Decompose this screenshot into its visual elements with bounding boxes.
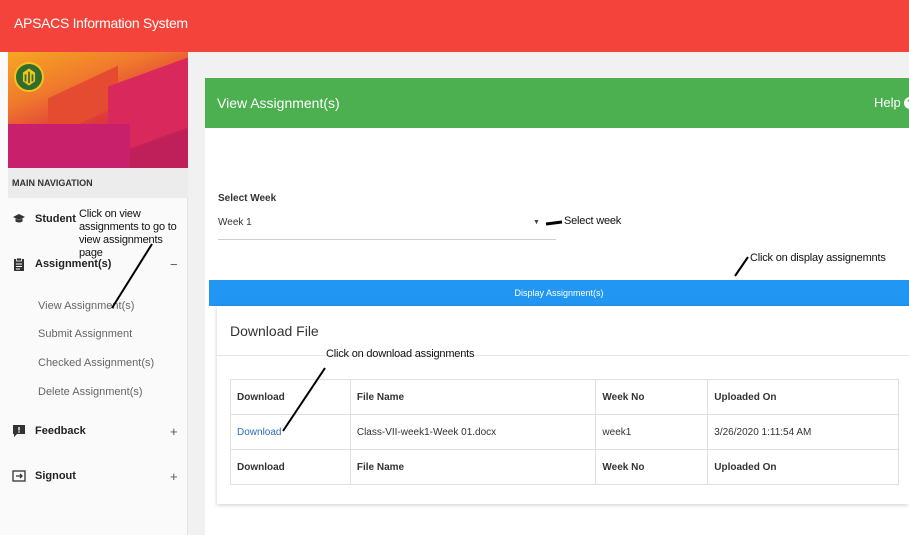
sidebar-item-student[interactable]: Student	[12, 212, 76, 226]
table-row: Download Class-VII-week1-Week 01.docx we…	[230, 414, 899, 450]
annotation-download-assignments: Click on download assignments	[326, 348, 475, 360]
annotation-display-assignments: Click on display assignemnts	[750, 252, 886, 264]
download-title: Download File	[230, 323, 319, 339]
caret-down-icon: ▼	[533, 219, 540, 226]
nav-heading: MAIN NAVIGATION	[12, 178, 93, 188]
column-header: File Name	[349, 379, 597, 415]
expand-toggle[interactable]: +	[170, 469, 178, 484]
signout-icon	[12, 470, 26, 482]
column-footer: Week No	[595, 449, 709, 485]
help-icon: ?	[903, 96, 909, 109]
sidebar-subitem-view-assignments[interactable]: View Assignment(s)	[38, 300, 134, 312]
divider	[217, 355, 909, 356]
sidebar-banner	[8, 52, 188, 168]
sidebar-item-label: Feedback	[35, 425, 86, 437]
help-link[interactable]: Help ?	[874, 95, 909, 110]
table-header-row: Download File Name Week No Uploaded On	[230, 379, 899, 415]
top-bar: APSACS Information System	[0, 0, 909, 52]
app-title: APSACS Information System	[14, 15, 188, 31]
column-footer: Uploaded On	[707, 449, 899, 485]
week-select[interactable]: Week 1 ▼	[218, 212, 556, 240]
sidebar-subitem-delete-assignments[interactable]: Delete Assignment(s)	[38, 386, 143, 398]
column-header: Download	[230, 379, 351, 415]
sidebar-subitem-checked-assignments[interactable]: Checked Assignment(s)	[38, 357, 154, 369]
column-header: Uploaded On	[707, 379, 899, 415]
column-header: Week No	[595, 379, 709, 415]
sidebar-item-feedback[interactable]: Feedback +	[12, 424, 178, 439]
page-title: View Assignment(s)	[217, 95, 340, 111]
download-table: Download File Name Week No Uploaded On D…	[230, 379, 899, 485]
clipboard-icon	[14, 257, 24, 271]
expand-toggle[interactable]: +	[170, 424, 178, 439]
sidebar-item-label: Student	[35, 213, 76, 225]
school-logo-icon	[14, 62, 44, 92]
annotation-view-assignments: Click on view assignments to go to view …	[79, 208, 177, 259]
table-cell: 3/26/2020 1:11:54 AM	[707, 414, 899, 450]
sidebar-subitem-submit-assignment[interactable]: Submit Assignment	[38, 328, 132, 340]
graduation-cap-icon	[13, 214, 25, 223]
table-cell: week1	[595, 414, 709, 450]
column-footer: File Name	[349, 449, 597, 485]
feedback-icon	[13, 425, 25, 437]
download-link[interactable]: Download	[237, 427, 281, 438]
help-label: Help	[874, 95, 901, 110]
week-select-value: Week 1	[218, 217, 252, 228]
table-cell: Class-VII-week1-Week 01.docx	[349, 414, 597, 450]
sidebar-item-label: Signout	[35, 470, 76, 482]
annotation-select-week: Select week	[564, 215, 622, 227]
table-footer-row: Download File Name Week No Uploaded On	[230, 449, 899, 485]
week-label: Select Week	[218, 193, 277, 204]
sidebar-item-signout[interactable]: Signout +	[12, 469, 178, 484]
display-assignments-button[interactable]: Display Assignment(s)	[209, 280, 909, 306]
sidebar	[0, 52, 188, 535]
column-footer: Download	[230, 449, 351, 485]
